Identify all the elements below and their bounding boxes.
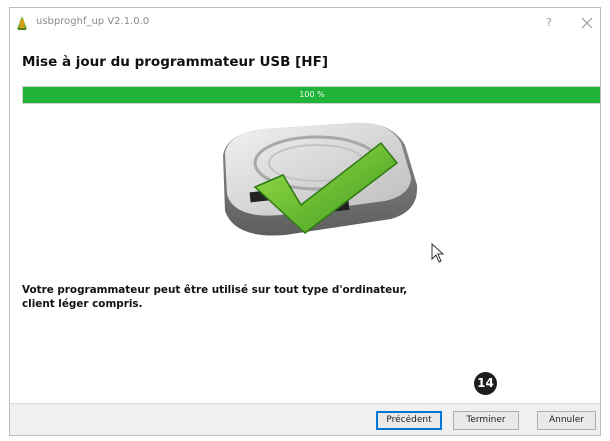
window-title: usbproghf_up V2.1.0.0 [36,16,150,27]
title-bar: usbproghf_up V2.1.0.0 ? [10,8,600,38]
page-title: Mise à jour du programmateur USB [HF] [22,54,328,70]
previous-button[interactable]: Précédent [376,411,442,430]
progress-label: 100 % [299,90,325,99]
info-message-line-1: Votre programmateur peut être utilisé su… [22,284,408,296]
progress-bar: 100 % [22,86,600,104]
app-icon [17,16,27,30]
wizard-window: usbproghf_up V2.1.0.0 ? Mise à jour du p… [9,7,601,436]
info-message: Votre programmateur peut être utilisé su… [22,283,472,311]
step-number-badge: 14 [474,372,497,395]
usb-programmer-illustration [223,122,418,236]
mouse-cursor-icon [431,243,445,263]
info-message-line-2: client léger compris. [22,298,143,310]
finish-button[interactable]: Terminer [453,411,519,430]
cancel-button[interactable]: Annuler [537,411,596,430]
help-button[interactable]: ? [541,14,557,32]
close-icon[interactable] [578,14,596,32]
button-bar: Précédent Terminer Annuler [10,403,600,435]
